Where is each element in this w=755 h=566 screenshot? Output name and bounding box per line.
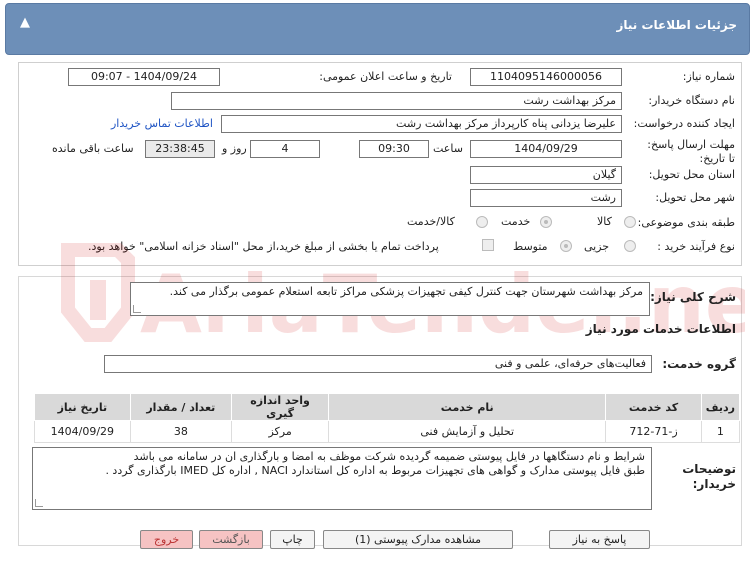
remaining-time-field: 23:38:45 — [145, 140, 215, 158]
city-label: شهر محل تحویل: — [655, 191, 735, 204]
back-button[interactable]: بازگشت — [199, 530, 263, 549]
days-remaining-field: 4 — [250, 140, 320, 158]
treasury-payment-checkbox[interactable] — [482, 239, 494, 251]
services-table: ردیف کد خدمت نام خدمت واحد اندازه گیری ت… — [34, 393, 741, 443]
cell-need-date: 1404/09/29 — [34, 420, 131, 443]
process-option-minor: جزیی — [584, 240, 610, 253]
cell-service-code: ز-71-712 — [605, 420, 702, 443]
notes-resize-grip-icon[interactable] — [35, 499, 43, 507]
deadline-time-label: ساعت — [433, 142, 463, 155]
table-header-row: ردیف کد خدمت نام خدمت واحد اندازه گیری ت… — [34, 393, 741, 421]
process-radio-minor[interactable] — [624, 240, 636, 252]
page-header: ▲ جزئیات اطلاعات نیاز — [5, 3, 750, 55]
service-group-label: گروه خدمت: — [662, 357, 736, 371]
resize-grip-icon[interactable] — [133, 305, 141, 313]
buyer-contact-link[interactable]: اطلاعات تماس خریدار — [111, 117, 213, 130]
category-label: طبقه بندی موضوعی: — [637, 216, 735, 229]
cell-unit: مرکز — [230, 420, 330, 443]
announce-date-label: تاریخ و ساعت اعلان عمومی: — [319, 70, 452, 83]
deadline-label: مهلت ارسال پاسخ: تا تاریخ: — [647, 138, 735, 165]
days-label: روز و — [222, 142, 247, 155]
buyer-notes-line-1: شرایط و نام دستگاهها در فایل پیوستی ضمیم… — [133, 450, 645, 463]
service-group-field: فعالیت‌های حرفه‌ای، علمی و فنی — [104, 355, 652, 373]
process-option-medium: متوسط — [513, 240, 548, 253]
description-text: مرکز بهداشت شهرستان جهت کنترل کیفی تجهیز… — [169, 285, 643, 298]
description-label: شرح کلی نیاز: — [650, 290, 736, 304]
category-radio-goods-service[interactable] — [476, 216, 488, 228]
cell-quantity: 38 — [129, 420, 232, 443]
category-radio-service[interactable] — [540, 216, 552, 228]
exit-button[interactable]: خروج — [140, 530, 193, 549]
need-number-label: شماره نیاز: — [682, 70, 735, 83]
print-button[interactable]: چاپ — [270, 530, 315, 549]
buyer-field: مرکز بهداشت رشت — [171, 92, 622, 110]
buyer-notes-line-2: طبق فایل پیوستی مدارک و گواهی های تجهیزا… — [105, 464, 645, 477]
category-option-goods: کالا — [597, 215, 612, 228]
remaining-time-label: ساعت باقی مانده — [52, 142, 134, 155]
col-need-date: تاریخ نیاز — [34, 393, 131, 421]
deadline-date-field: 1404/09/29 — [470, 140, 622, 158]
creator-label: ایجاد کننده درخواست: — [633, 117, 735, 130]
buyer-notes-label: توضیحات خریدار: — [682, 462, 736, 491]
deadline-time-field: 09:30 — [359, 140, 429, 158]
col-quantity: تعداد / مقدار — [129, 393, 232, 421]
services-section-title: اطلاعات خدمات مورد نیاز — [585, 322, 736, 336]
col-row-number: ردیف — [700, 393, 741, 421]
category-option-service: خدمت — [501, 215, 531, 228]
buyer-notes-field: شرایط و نام دستگاهها در فایل پیوستی ضمیم… — [32, 447, 652, 510]
province-field: گیلان — [470, 166, 622, 184]
city-field: رشت — [470, 189, 622, 207]
treasury-payment-note: پرداخت تمام یا بخشی از مبلغ خرید،از محل … — [88, 240, 439, 253]
col-service-code: کد خدمت — [605, 393, 702, 421]
col-service-name: نام خدمت — [328, 393, 607, 421]
need-number-field: 1104095146000056 — [470, 68, 622, 86]
description-field: مرکز بهداشت شهرستان جهت کنترل کیفی تجهیز… — [130, 282, 650, 316]
table-row[interactable]: 1 ز-71-712 تحلیل و آزمایش فنی مرکز 38 14… — [34, 420, 741, 443]
category-option-goods-service: کالا/خدمت — [407, 215, 455, 228]
category-radio-goods[interactable] — [624, 216, 636, 228]
creator-field: علیرضا یزدانی پناه کارپرداز مرکز بهداشت … — [221, 115, 622, 133]
collapse-chevron-icon[interactable]: ▲ — [16, 14, 34, 32]
announce-date-field: 1404/09/24 - 09:07 — [68, 68, 220, 86]
reply-button[interactable]: پاسخ به نیاز — [549, 530, 650, 549]
buyer-label: نام دستگاه خریدار: — [648, 94, 735, 107]
page-title: جزئیات اطلاعات نیاز — [616, 18, 737, 32]
province-label: استان محل تحویل: — [648, 168, 735, 181]
process-radio-medium[interactable] — [560, 240, 572, 252]
process-type-label: نوع فرآیند خرید : — [657, 240, 735, 253]
cell-service-name: تحلیل و آزمایش فنی — [328, 420, 607, 443]
view-attachments-button[interactable]: مشاهده مدارک پیوستی (1) — [323, 530, 513, 549]
col-unit: واحد اندازه گیری — [230, 393, 330, 421]
cell-row-number: 1 — [700, 420, 741, 443]
